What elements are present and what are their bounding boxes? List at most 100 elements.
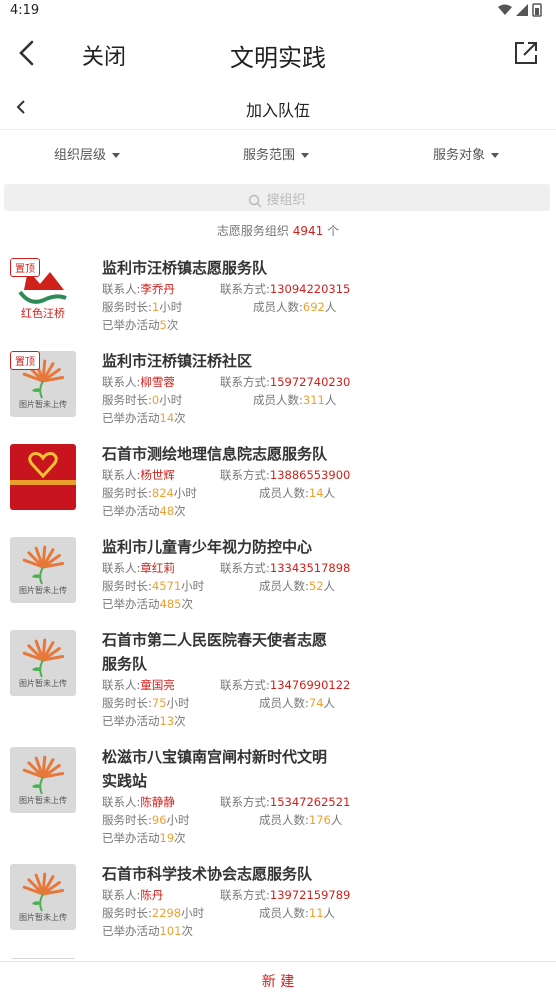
activities-row: 已举办活动14次	[102, 411, 186, 425]
org-info: 石首市测绘地理信息院志愿服务队 联系人:杨世辉 联系方式:13886553900 服务…	[102, 442, 352, 520]
contact-name: 章红莉	[140, 561, 175, 575]
org-count: 志愿服务组织 4941 个	[216, 224, 340, 238]
org-info: 石首市科学技术协会志愿服务队 联系人:陈丹 联系方式:13972159789 服务时长…	[102, 862, 352, 940]
no-image-caption: 图片暂未上传	[19, 913, 67, 922]
org-name-line: 松滋市八宝镇南宫闸村新时代文明	[102, 748, 328, 766]
contact-row: 联系人:陈丹 联系方式:13972159789	[102, 888, 351, 902]
flower-logo-icon	[22, 545, 65, 585]
filter-service-scope[interactable]: 服务范围	[243, 144, 310, 163]
search-icon	[249, 194, 263, 208]
org-name: 监利市儿童青少年视力防控中心	[102, 538, 313, 556]
placeholder-image: 图片暂未上传	[10, 864, 76, 930]
contact-row: 联系人:柳雪蓉 联系方式:15972740230	[102, 375, 351, 389]
org-name-line: 实践站	[102, 772, 148, 790]
member-count: 14	[308, 486, 324, 500]
status-time: 4:19	[10, 3, 40, 18]
org-name-line: 石首市第二人民医院春天使者志愿	[102, 631, 328, 649]
contact-phone[interactable]: 13343517898	[270, 561, 350, 575]
member-count: 52	[308, 579, 324, 593]
contact-name: 杨世辉	[140, 468, 175, 482]
no-image-caption: 图片暂未上传	[19, 586, 67, 595]
activity-count: 5	[159, 318, 167, 332]
member-count: 311	[302, 393, 325, 407]
activities-row: 已举办活动19次	[102, 831, 186, 845]
flower-logo-icon	[22, 755, 65, 795]
contact-row: 联系人:李乔丹 联系方式:13094220315	[102, 282, 351, 296]
flower-logo-icon	[22, 872, 65, 912]
activities-row: 已举办活动485次	[102, 597, 193, 611]
org-name-line: 服务队	[102, 655, 148, 673]
activities-row: 已举办活动5次	[102, 318, 179, 332]
org-info: 监利市汪桥镇志愿服务队联系人:李乔丹 联系方式:13094220315 服务时长:1…	[102, 256, 352, 334]
caret-down-icon	[112, 153, 121, 158]
org-info: 石首市第二人民医院春天使者志愿 服务队 联系人:童国亮 联系方式:1347699012…	[102, 628, 352, 730]
pin-badge: 置顶	[10, 258, 40, 277]
search-placeholder: 搜组织	[266, 193, 306, 208]
filter-bar: 组织层级 服务范围 服务对象	[0, 130, 556, 174]
status-bar: 4:19	[0, 0, 556, 22]
contact-phone[interactable]: 15347262521	[270, 795, 350, 809]
activity-count: 14	[159, 411, 175, 425]
activity-count: 19	[159, 831, 175, 845]
contact-name: 童国亮	[140, 678, 175, 692]
stats-row: 服务时长:0小时 成员人数:311人	[102, 393, 337, 407]
placeholder-image: 图片暂未上传	[10, 747, 76, 813]
service-hours: 824	[151, 486, 174, 500]
contact-row: 联系人:章红莉 联系方式:13343517898	[102, 561, 351, 575]
service-hours: 2298	[151, 906, 182, 920]
filter-org-level[interactable]: 组织层级	[54, 144, 121, 163]
activity-count: 101	[159, 924, 182, 938]
contact-name: 李乔丹	[140, 282, 175, 296]
bottom-bar: 新 建	[0, 961, 556, 997]
member-count: 11	[308, 906, 324, 920]
stats-row: 服务时长:4571小时 成员人数:52人	[102, 579, 336, 593]
activities-row: 已举办活动48次	[102, 504, 186, 518]
org-info: 公安县狮子口镇狮子口社区志愿服	[102, 956, 352, 959]
flower-logo-icon	[22, 638, 65, 678]
filter-service-target[interactable]: 服务对象	[433, 144, 500, 163]
member-count: 176	[308, 813, 331, 827]
search-input[interactable]: 搜组织	[4, 184, 550, 211]
placeholder-image: 图片暂未上传	[10, 537, 76, 603]
org-logo	[10, 444, 76, 510]
sub-back-icon[interactable]	[14, 99, 30, 115]
contact-name: 陈静静	[140, 795, 175, 809]
contact-phone[interactable]: 13476990122	[270, 678, 350, 692]
org-name: 公安县狮子口镇狮子口社区志愿服	[102, 956, 352, 959]
contact-name: 柳雪蓉	[140, 375, 175, 389]
service-hours: 96	[151, 813, 167, 827]
activity-count: 485	[159, 597, 182, 611]
status-icons	[498, 3, 544, 17]
no-image-caption: 图片暂未上传	[19, 679, 67, 688]
no-image-caption: 图片暂未上传	[19, 400, 67, 409]
placeholder-image: 图片暂未上传 置顶	[10, 351, 76, 417]
contact-phone[interactable]: 13094220315	[270, 282, 350, 296]
activity-count: 13	[159, 714, 175, 728]
stats-row: 服务时长:1小时 成员人数:692人	[102, 300, 337, 314]
org-name: 监利市汪桥镇汪桥社区	[102, 352, 253, 370]
caret-down-icon	[491, 153, 500, 158]
org-name: 监利市汪桥镇志愿服务队	[102, 259, 268, 277]
contact-row: 联系人:杨世辉 联系方式:13886553900	[102, 468, 351, 482]
placeholder-image: 图片暂未上传	[10, 630, 76, 696]
service-hours: 4571	[151, 579, 182, 593]
org-name: 石首市测绘地理信息院志愿服务队	[102, 445, 328, 463]
org-list: 红色汪桥 置顶 监利市汪桥镇志愿服务队 联系人:李乔丹 联系方式:13094220315…	[0, 246, 556, 959]
close-button[interactable]: 关闭	[82, 39, 126, 71]
no-image-caption: 图片暂未上传	[19, 796, 67, 805]
contact-phone[interactable]: 15972740230	[270, 375, 350, 389]
contact-phone[interactable]: 13886553900	[270, 468, 350, 482]
activities-row: 已举办活动101次	[102, 924, 193, 938]
share-icon[interactable]	[512, 39, 540, 67]
placeholder-image: 图片暂未上传	[10, 958, 76, 959]
service-hours: 75	[151, 696, 167, 710]
org-name: 石首市科学技术协会志愿服务队	[102, 865, 313, 883]
member-count: 74	[308, 696, 324, 710]
sub-header: 加入队伍	[0, 84, 556, 130]
heart-flag-icon	[10, 452, 76, 485]
back-arrow-icon[interactable]	[14, 39, 42, 67]
new-button[interactable]: 新 建	[0, 971, 556, 991]
contact-phone[interactable]: 13972159789	[270, 888, 350, 902]
caret-down-icon	[301, 153, 310, 158]
org-info: 监利市儿童青少年视力防控中心联系人:章红莉 联系方式:13343517898 服务时…	[102, 535, 352, 613]
